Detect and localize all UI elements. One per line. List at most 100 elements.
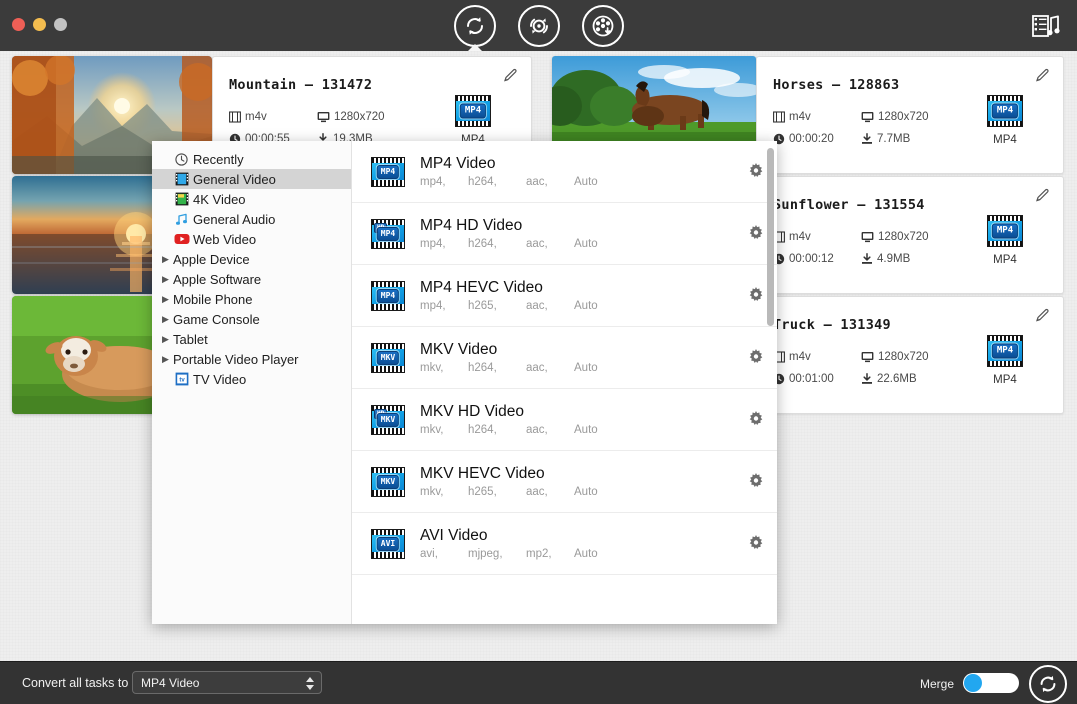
tv-icon: tv bbox=[173, 371, 190, 387]
media-library-icon bbox=[1031, 12, 1061, 40]
category-label: Portable Video Player bbox=[173, 352, 299, 367]
task-duration: 00:00:12 bbox=[773, 253, 834, 265]
format-item-mp4-video[interactable]: MP4 MP4 Video mp4, h264, aac, Auto bbox=[352, 141, 777, 203]
format-settings-button[interactable] bbox=[747, 225, 765, 243]
video-downloader-icon bbox=[590, 13, 616, 39]
category-label: Tablet bbox=[173, 332, 208, 347]
category-label: Web Video bbox=[193, 232, 256, 247]
task-title: Mountain — 131472 bbox=[229, 77, 372, 93]
category-4k-video[interactable]: 4K Video bbox=[152, 189, 351, 209]
edit-task-button[interactable] bbox=[1034, 307, 1051, 324]
dvd-ripper-icon bbox=[527, 14, 551, 38]
task-target-format[interactable]: MP4 MP4 bbox=[979, 95, 1031, 146]
category-game-console[interactable]: ▶ Game Console bbox=[152, 309, 351, 329]
pencil-icon bbox=[1034, 67, 1051, 84]
category-label: 4K Video bbox=[193, 192, 246, 207]
format-item-mp4-hevc-video[interactable]: MP4 MP4 HEVC Video mp4, h265, aac, Auto bbox=[352, 265, 777, 327]
category-label: Apple Device bbox=[173, 252, 250, 267]
category-tv-video[interactable]: tv TV Video bbox=[152, 369, 351, 389]
mp4-hd-film-icon: HD MP4 bbox=[371, 219, 405, 249]
format-item-mkv-hevc-video[interactable]: MKV MKV HEVC Video mkv, h265, aac, Auto bbox=[352, 451, 777, 513]
convert-all-format-select[interactable]: MP4 Video bbox=[132, 671, 322, 694]
category-label: General Video bbox=[193, 172, 276, 187]
task-card[interactable]: Horses — 128863 m4v 1280x720 00 bbox=[756, 56, 1064, 174]
avi-film-icon: AVI bbox=[371, 529, 405, 559]
chevron-right-icon: ▶ bbox=[162, 355, 173, 364]
category-apple-device[interactable]: ▶ Apple Device bbox=[152, 249, 351, 269]
video-downloader-mode-button[interactable] bbox=[582, 5, 624, 47]
convert-mode-button[interactable] bbox=[454, 5, 496, 47]
merge-toggle-knob bbox=[964, 674, 982, 692]
format-icon: MP4 bbox=[366, 157, 410, 187]
category-label: TV Video bbox=[193, 372, 246, 387]
format-icon: MKV bbox=[366, 343, 410, 373]
start-convert-button[interactable] bbox=[1029, 665, 1067, 703]
task-card[interactable]: Sunflower — 131554 m4v 1280x720 bbox=[756, 176, 1064, 294]
format-category-list[interactable]: Recently General Video bbox=[152, 141, 352, 624]
media-library-button[interactable] bbox=[1031, 12, 1061, 40]
category-label: Mobile Phone bbox=[173, 292, 253, 307]
task-resolution: 1280x720 bbox=[317, 111, 385, 123]
gear-icon bbox=[747, 225, 765, 243]
chevron-right-icon: ▶ bbox=[162, 255, 173, 264]
format-settings-button[interactable] bbox=[747, 287, 765, 305]
category-recently[interactable]: Recently bbox=[152, 149, 351, 169]
format-settings-button[interactable] bbox=[747, 163, 765, 181]
audio-note-icon bbox=[173, 211, 190, 227]
mp4-film-icon: MP4 bbox=[987, 335, 1023, 367]
download-icon bbox=[861, 253, 873, 265]
format-settings-button[interactable] bbox=[747, 349, 765, 367]
category-general-audio[interactable]: General Audio bbox=[152, 209, 351, 229]
task-resolution: 1280x720 bbox=[861, 351, 929, 363]
format-settings-button[interactable] bbox=[747, 411, 765, 429]
chevron-right-icon: ▶ bbox=[162, 315, 173, 324]
task-target-format[interactable]: MP4 MP4 bbox=[979, 215, 1031, 266]
format-item-mp4-hd-video[interactable]: HD MP4 MP4 HD Video mp4, h264, aac, Auto bbox=[352, 203, 777, 265]
horses-in-field-image bbox=[552, 56, 756, 146]
format-item-avi-video[interactable]: AVI AVI Video avi, mjpeg, mp2, Auto bbox=[352, 513, 777, 575]
convert-all-format-value: MP4 Video bbox=[141, 676, 199, 690]
task-format: m4v bbox=[229, 111, 267, 123]
edit-task-button[interactable] bbox=[1034, 67, 1051, 84]
mkv-hevc-film-icon: MKV bbox=[371, 467, 405, 497]
format-item-mkv-video[interactable]: MKV MKV Video mkv, h264, aac, Auto bbox=[352, 327, 777, 389]
chevron-right-icon: ▶ bbox=[162, 335, 173, 344]
format-list[interactable]: MP4 MP4 Video mp4, h264, aac, Auto bbox=[352, 141, 777, 624]
task-format: m4v bbox=[773, 111, 811, 123]
task-card[interactable]: Truck — 131349 m4v 1280x720 00: bbox=[756, 296, 1064, 414]
format-settings-button[interactable] bbox=[747, 473, 765, 491]
task-target-format[interactable]: MP4 MP4 bbox=[447, 95, 499, 146]
mp4-film-icon: MP4 bbox=[455, 95, 491, 127]
clock-icon bbox=[173, 151, 190, 167]
format-item-mkv-hd-video[interactable]: HD MKV MKV HD Video mkv, h264, aac, Auto bbox=[352, 389, 777, 451]
task-thumbnail[interactable] bbox=[552, 56, 756, 146]
format-specs: mkv, h265, aac, Auto bbox=[420, 486, 747, 498]
category-portable-video-player[interactable]: ▶ Portable Video Player bbox=[152, 349, 351, 369]
format-specs: mkv, h264, aac, Auto bbox=[420, 362, 747, 374]
edit-task-button[interactable] bbox=[1034, 187, 1051, 204]
format-list-scrollbar[interactable] bbox=[767, 148, 774, 326]
format-settings-button[interactable] bbox=[747, 535, 765, 553]
monitor-icon bbox=[861, 351, 874, 363]
pencil-icon bbox=[1034, 307, 1051, 324]
edit-task-button[interactable] bbox=[502, 67, 519, 84]
convert-all-label: Convert all tasks to bbox=[22, 676, 128, 690]
task-target-format[interactable]: MP4 MP4 bbox=[979, 335, 1031, 386]
category-web-video[interactable]: Web Video bbox=[152, 229, 351, 249]
mkv-hd-film-icon: HD MKV bbox=[371, 405, 405, 435]
format-text: MP4 HEVC Video mp4, h265, aac, Auto bbox=[410, 279, 747, 313]
format-name: MP4 Video bbox=[420, 155, 747, 173]
dvd-ripper-mode-button[interactable] bbox=[518, 5, 560, 47]
category-apple-software[interactable]: ▶ Apple Software bbox=[152, 269, 351, 289]
task-resolution: 1280x720 bbox=[861, 231, 929, 243]
stepper-icon[interactable] bbox=[305, 675, 315, 692]
category-general-video[interactable]: General Video bbox=[152, 169, 351, 189]
format-picker-popover[interactable]: Recently General Video bbox=[152, 141, 777, 624]
task-format: m4v bbox=[773, 351, 811, 363]
merge-toggle[interactable] bbox=[963, 673, 1019, 693]
gear-icon bbox=[747, 163, 765, 181]
category-tablet[interactable]: ▶ Tablet bbox=[152, 329, 351, 349]
category-mobile-phone[interactable]: ▶ Mobile Phone bbox=[152, 289, 351, 309]
mp4-film-icon: MP4 bbox=[987, 95, 1023, 127]
pencil-icon bbox=[502, 67, 519, 84]
